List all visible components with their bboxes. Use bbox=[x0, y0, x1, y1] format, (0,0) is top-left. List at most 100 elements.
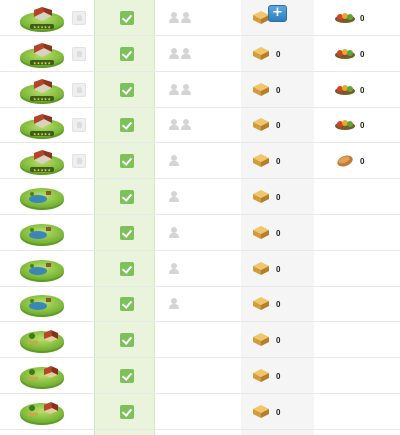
worker-icon bbox=[181, 47, 191, 60]
goods-crate-icon bbox=[251, 367, 271, 383]
active-checkbox[interactable] bbox=[120, 369, 134, 383]
food-count: 0 bbox=[360, 121, 365, 131]
farm-icon[interactable] bbox=[18, 361, 66, 391]
workers bbox=[169, 262, 179, 275]
house-level-icon[interactable]: ★★★★★ bbox=[18, 39, 66, 69]
worker-icon bbox=[169, 47, 179, 60]
goods-count: 0 bbox=[276, 336, 281, 346]
active-checkbox[interactable] bbox=[120, 118, 134, 133]
goods-count: 0 bbox=[276, 157, 281, 167]
pond-icon[interactable] bbox=[18, 182, 66, 212]
active-checkbox[interactable] bbox=[120, 297, 134, 312]
workers bbox=[169, 83, 191, 96]
table-row: ★★★★★ 0 0 bbox=[0, 107, 400, 144]
table-row: ★★★★★ 0 0 bbox=[0, 143, 400, 180]
goods-count: 0 bbox=[276, 193, 281, 202]
goods-crate-icon bbox=[251, 152, 271, 168]
worker-icon bbox=[169, 119, 179, 131]
goods-count: 0 bbox=[276, 121, 281, 131]
svg-text:★★★★★: ★★★★★ bbox=[33, 132, 51, 137]
table-row: ★★★★★ 0 bbox=[0, 0, 400, 36]
active-checkbox[interactable] bbox=[120, 190, 134, 204]
table-row: 0 bbox=[0, 215, 400, 251]
house-level-icon[interactable]: ★★★★★ bbox=[18, 75, 66, 105]
goods-crate-icon bbox=[251, 295, 271, 311]
table-row: 0 bbox=[0, 394, 400, 430]
food-count: 0 bbox=[360, 49, 365, 59]
table-row: 0 bbox=[0, 179, 400, 215]
worker-icon bbox=[169, 298, 179, 310]
house-level-icon[interactable]: ★★★★★ bbox=[18, 146, 66, 176]
lock-icon bbox=[72, 46, 86, 61]
house-level-icon[interactable]: ★★★★★ bbox=[18, 110, 66, 140]
house-level-icon[interactable]: ★★★★★ bbox=[18, 3, 66, 33]
goods-crate-icon bbox=[251, 188, 271, 204]
active-checkbox[interactable] bbox=[120, 225, 134, 240]
worker-icon bbox=[169, 226, 179, 239]
goods-count: 0 bbox=[276, 85, 281, 95]
worker-icon bbox=[169, 12, 179, 24]
lock-icon bbox=[72, 154, 86, 169]
worker-icon bbox=[169, 155, 179, 167]
active-checkbox[interactable] bbox=[120, 404, 134, 419]
svg-text:★★★★★: ★★★★★ bbox=[33, 96, 51, 101]
building-table: ★★★★★ 0 ★★★★★ 0 0 ★★★★★ 0 0 ★★★★★ 0 0 ★★★★★ 0 0 0… bbox=[0, 0, 400, 435]
pond-icon[interactable] bbox=[18, 289, 66, 319]
active-checkbox[interactable] bbox=[120, 82, 134, 97]
goods-count: 0 bbox=[276, 228, 281, 238]
active-checkbox[interactable] bbox=[120, 154, 134, 169]
goods-count: 0 bbox=[276, 300, 281, 310]
goods-crate-icon bbox=[251, 81, 271, 97]
worker-icon bbox=[181, 83, 191, 96]
food-count: 0 bbox=[360, 14, 365, 23]
goods-count: 0 bbox=[276, 372, 281, 381]
worker-icon bbox=[169, 83, 179, 96]
workers bbox=[169, 47, 191, 60]
goods-crate-icon bbox=[251, 116, 271, 132]
worker-icon bbox=[181, 119, 191, 131]
active-checkbox[interactable] bbox=[120, 261, 134, 276]
workers bbox=[169, 226, 179, 239]
food-count: 0 bbox=[360, 85, 365, 95]
worker-icon bbox=[169, 262, 179, 275]
table-row: 0 bbox=[0, 322, 400, 359]
goods-count: 0 bbox=[276, 407, 281, 417]
table-row: ★★★★★ 0 0 bbox=[0, 72, 400, 108]
farm-icon[interactable] bbox=[18, 397, 66, 427]
add-goods-button[interactable]: + bbox=[268, 5, 287, 22]
workers bbox=[169, 12, 191, 24]
goods-crate-icon bbox=[251, 45, 271, 61]
svg-text:★★★★★: ★★★★★ bbox=[33, 60, 51, 65]
goods-count: 0 bbox=[276, 49, 281, 59]
vegetables-icon bbox=[334, 116, 356, 132]
pond-icon[interactable] bbox=[18, 218, 66, 248]
vegetables-icon bbox=[334, 9, 356, 25]
food-count: 0 bbox=[360, 157, 365, 167]
vegetables-icon bbox=[334, 81, 356, 97]
worker-icon bbox=[169, 191, 179, 203]
workers bbox=[169, 298, 179, 310]
lock-icon bbox=[72, 11, 86, 25]
farm-icon[interactable] bbox=[18, 325, 66, 355]
goods-count: 0 bbox=[276, 264, 281, 274]
goods-crate-icon bbox=[251, 403, 271, 419]
table-row: 0 bbox=[0, 286, 400, 323]
workers bbox=[169, 155, 179, 167]
active-checkbox[interactable] bbox=[120, 333, 134, 348]
worker-icon bbox=[181, 12, 191, 24]
workers bbox=[169, 119, 191, 131]
svg-text:★★★★★: ★★★★★ bbox=[33, 25, 51, 30]
lock-icon bbox=[72, 82, 86, 97]
workers bbox=[169, 191, 179, 203]
table-row: 0 bbox=[0, 358, 400, 394]
goods-crate-icon bbox=[251, 224, 271, 240]
active-checkbox[interactable] bbox=[120, 11, 134, 25]
pond-icon[interactable] bbox=[18, 254, 66, 284]
goods-crate-icon bbox=[251, 260, 271, 276]
bread-icon bbox=[334, 152, 356, 168]
svg-text:★★★★★: ★★★★★ bbox=[33, 168, 51, 173]
table-row: ★★★★★ 0 0 bbox=[0, 36, 400, 72]
lock-icon bbox=[72, 118, 86, 133]
goods-crate-icon bbox=[251, 331, 271, 347]
active-checkbox[interactable] bbox=[120, 46, 134, 61]
